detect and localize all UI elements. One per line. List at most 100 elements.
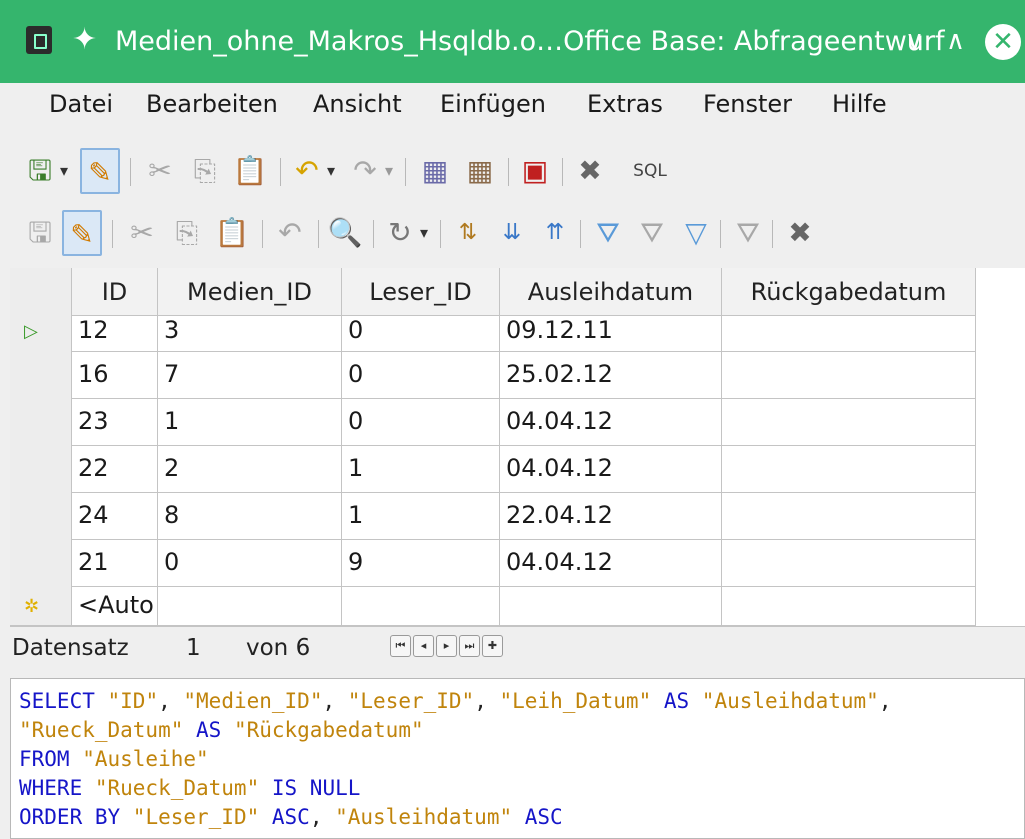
minimize-icon[interactable]: ∨ bbox=[905, 21, 924, 61]
table-cell[interactable]: 12 bbox=[72, 308, 158, 352]
standard-filter-icon[interactable]: ▽ bbox=[676, 210, 716, 256]
menu-einfuegen[interactable]: Einfügen bbox=[440, 87, 546, 121]
save-icon[interactable]: 🖫 bbox=[20, 148, 60, 194]
menu-datei[interactable]: Datei bbox=[49, 87, 113, 121]
apply-filter-icon[interactable]: ⛛ bbox=[632, 210, 672, 256]
cut-icon[interactable]: ✂ bbox=[122, 210, 162, 256]
sql-identifier: "Rueck_Datum" bbox=[94, 776, 260, 800]
save-dropdown-icon[interactable]: ▾ bbox=[60, 148, 68, 194]
maximize-icon[interactable]: ∧ bbox=[946, 21, 965, 61]
table-cell[interactable] bbox=[342, 587, 500, 626]
separator bbox=[112, 220, 113, 248]
table-cell[interactable] bbox=[722, 399, 976, 446]
delete-query-icon[interactable]: ▣ bbox=[515, 148, 555, 194]
redo-dropdown-icon[interactable]: ▾ bbox=[385, 148, 393, 194]
pin-icon[interactable]: ✦ bbox=[72, 20, 97, 60]
row-header[interactable] bbox=[10, 399, 72, 447]
table-cell[interactable]: 9 bbox=[342, 540, 500, 587]
add-table-icon[interactable]: ▦ bbox=[415, 148, 455, 194]
row-header-new[interactable]: ✲ bbox=[10, 587, 72, 626]
clear-icon[interactable]: ✖ bbox=[570, 148, 610, 194]
table-cell[interactable] bbox=[722, 446, 976, 493]
refresh-icon[interactable]: ↻ bbox=[380, 210, 420, 256]
cut-icon[interactable]: ✂ bbox=[140, 148, 180, 194]
table-cell[interactable]: 23 bbox=[72, 399, 158, 446]
table-cell[interactable]: 16 bbox=[72, 352, 158, 399]
sql-keyword: WHERE bbox=[19, 776, 95, 800]
sort-icon[interactable]: ⇅ bbox=[448, 210, 488, 256]
table-cell[interactable]: 0 bbox=[342, 308, 500, 352]
undo-dropdown-icon[interactable]: ▾ bbox=[327, 148, 335, 194]
row-header[interactable] bbox=[10, 446, 72, 494]
redo-icon[interactable]: ↷ bbox=[345, 148, 385, 194]
table-cell[interactable]: 7 bbox=[158, 352, 342, 399]
new-row-id-cell[interactable]: <Auto bbox=[72, 587, 158, 626]
edit-mode-icon[interactable]: ✎ bbox=[80, 148, 120, 194]
refresh-dropdown-icon[interactable]: ▾ bbox=[420, 210, 428, 256]
table-cell[interactable]: 09.12.11 bbox=[500, 308, 722, 352]
table-cell[interactable] bbox=[722, 493, 976, 540]
copy-icon[interactable]: ⎘ bbox=[167, 210, 207, 256]
edit-data-icon[interactable]: ✎ bbox=[62, 210, 102, 256]
table-cell[interactable] bbox=[722, 352, 976, 399]
app-menu-icon[interactable] bbox=[26, 26, 52, 54]
table-cell[interactable] bbox=[500, 587, 722, 626]
sql-editor[interactable]: SELECT "ID", "Medien_ID", "Leser_ID", "L… bbox=[10, 678, 1025, 839]
row-header[interactable] bbox=[10, 352, 72, 400]
menu-bearbeiten[interactable]: Bearbeiten bbox=[146, 87, 278, 121]
table-cell[interactable]: 04.04.12 bbox=[500, 446, 722, 493]
table-cell[interactable]: 8 bbox=[158, 493, 342, 540]
undo-icon[interactable]: ↶ bbox=[270, 210, 310, 256]
row-header[interactable] bbox=[10, 540, 72, 588]
table-cell[interactable]: 22 bbox=[72, 446, 158, 493]
sql-text: , bbox=[158, 689, 184, 713]
sort-descending-icon[interactable]: ⇈ bbox=[535, 210, 575, 256]
copy-icon[interactable]: ⎘ bbox=[185, 148, 225, 194]
current-record-number[interactable]: 1 bbox=[186, 633, 201, 663]
row-header[interactable] bbox=[10, 493, 72, 541]
last-record-icon[interactable]: ⏭ bbox=[459, 635, 480, 657]
result-grid: ID Medien_ID Leser_ID Ausleihdatum Rückg… bbox=[10, 268, 1025, 626]
table-cell[interactable]: 25.02.12 bbox=[500, 352, 722, 399]
table-cell[interactable]: 21 bbox=[72, 540, 158, 587]
table-cell[interactable]: 0 bbox=[342, 399, 500, 446]
reset-filter-icon[interactable]: ⛛ bbox=[728, 210, 768, 256]
row-header-current[interactable]: ▷ bbox=[10, 308, 72, 356]
menu-ansicht[interactable]: Ansicht bbox=[313, 87, 402, 121]
previous-record-icon[interactable]: ◂ bbox=[413, 635, 434, 657]
table-cell[interactable] bbox=[158, 587, 342, 626]
table-cell[interactable]: 0 bbox=[342, 352, 500, 399]
sql-native-button[interactable]: SQL bbox=[630, 148, 670, 194]
table-cell[interactable] bbox=[722, 308, 976, 352]
close-icon[interactable]: ✕ bbox=[985, 24, 1021, 60]
undo-icon[interactable]: ↶ bbox=[287, 148, 327, 194]
table-cell[interactable]: 04.04.12 bbox=[500, 399, 722, 446]
separator bbox=[720, 220, 721, 248]
table-cell[interactable]: 04.04.12 bbox=[500, 540, 722, 587]
table-cell[interactable]: 2 bbox=[158, 446, 342, 493]
find-record-icon[interactable]: 🔍 bbox=[325, 210, 365, 256]
close-icon[interactable]: ✖ bbox=[780, 210, 820, 256]
table-cell[interactable]: 24 bbox=[72, 493, 158, 540]
table-cell[interactable] bbox=[722, 587, 976, 626]
menu-extras[interactable]: Extras bbox=[587, 87, 663, 121]
table-cell[interactable]: 3 bbox=[158, 308, 342, 352]
table-cell[interactable]: 1 bbox=[342, 446, 500, 493]
new-record-icon[interactable]: ✚ bbox=[482, 635, 503, 657]
menu-hilfe[interactable]: Hilfe bbox=[832, 87, 887, 121]
table-cell[interactable]: 22.04.12 bbox=[500, 493, 722, 540]
design-view-icon[interactable]: ▦ bbox=[460, 148, 500, 194]
paste-icon[interactable]: 📋 bbox=[230, 148, 270, 194]
first-record-icon[interactable]: ⏮ bbox=[390, 635, 411, 657]
new-record-icon: ✲ bbox=[24, 596, 40, 617]
table-cell[interactable] bbox=[722, 540, 976, 587]
paste-icon[interactable]: 📋 bbox=[212, 210, 252, 256]
table-cell[interactable]: 0 bbox=[158, 540, 342, 587]
sort-ascending-icon[interactable]: ⇊ bbox=[492, 210, 532, 256]
save-record-icon[interactable]: 🖫 bbox=[20, 210, 60, 256]
table-cell[interactable]: 1 bbox=[158, 399, 342, 446]
table-cell[interactable]: 1 bbox=[342, 493, 500, 540]
next-record-icon[interactable]: ▸ bbox=[436, 635, 457, 657]
autofilter-icon[interactable]: ⛛ bbox=[588, 210, 628, 256]
menu-fenster[interactable]: Fenster bbox=[703, 87, 792, 121]
